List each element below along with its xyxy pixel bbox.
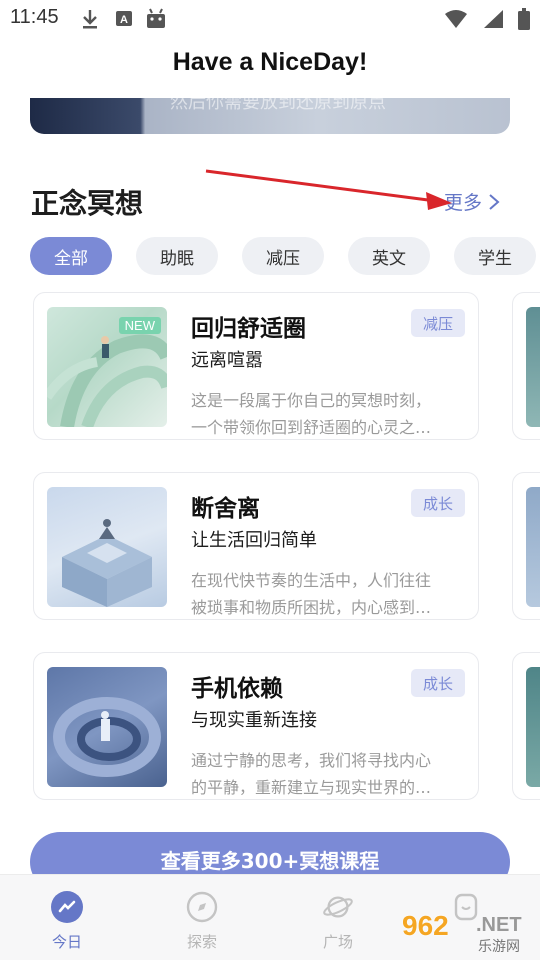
card-description: 在现代快节奏的生活中，人们往往 被琐事和物质所困扰，内心感到… [191,567,463,621]
card-thumbnail [47,487,167,607]
chevron-right-icon [489,193,500,210]
card-desc-line: 这是一段属于你自己的冥想时刻， [191,391,432,410]
card-thumbnail: NEW [47,307,167,427]
tab-label: 广场 [322,933,353,951]
tab-explore[interactable]: 探索 [162,891,242,952]
card-subtitle: 让生活回归简单 [191,530,317,551]
card-thumbnail [47,667,167,787]
a-box-icon: A [116,11,132,26]
svg-text:A: A [120,14,128,26]
chip-all[interactable]: 全部 [30,237,112,275]
card-thumbnail [526,307,540,427]
app-header: Have a NiceDay! [0,48,540,77]
watermark-site: 乐游网 [478,939,520,955]
meditation-card-peek[interactable] [512,292,540,440]
wifi-icon [445,10,467,28]
card-subtitle: 远离喧嚣 [191,350,263,371]
card-art [62,519,152,607]
download-icon [83,10,97,29]
status-bar: 11:45 A [0,0,540,36]
category-tag: 成长 [411,669,465,697]
card-desc-line: 在现代快节奏的生活中，人们往往 [191,571,432,590]
watermark-number: 962 [402,910,449,941]
chip-stress[interactable]: 减压 [242,237,324,275]
meditation-card[interactable]: NEW 回归舒适圈 远离喧嚣 减压 这是一段属于你自己的冥想时刻， 一个带领你回… [33,292,479,440]
banner-carousel[interactable]: 然后你需要放到还原到原点 [30,98,510,134]
card-desc-line: 一个带领你回到舒适圈的心灵之… [191,418,432,437]
tab-square[interactable]: 广场 [298,891,378,952]
card-thumbnail [526,667,540,787]
meditation-card[interactable]: 断舍离 让生活回归简单 成长 在现代快节奏的生活中，人们往往 被琐事和物质所困扰… [33,472,479,620]
banner-text: 然后你需要放到还原到原点 [170,98,386,113]
battery-icon [518,8,530,30]
card-title: 断舍离 [191,496,260,522]
more-link[interactable]: 更多 [444,188,500,215]
category-tag: 减压 [411,309,465,337]
section-title: 正念冥想 [31,187,144,220]
more-label: 更多 [444,192,483,214]
meditation-card-peek[interactable] [512,472,540,620]
category-tag: 成长 [411,489,465,517]
card-art [53,697,161,777]
new-badge: NEW [118,317,161,334]
card-subtitle: 与现实重新连接 [191,710,317,731]
site-watermark: 962 .NET 乐游网 [398,908,538,958]
card-description: 通过宁静的思考，我们将寻找内心 的平静，重新建立与现实世界的… [191,747,463,801]
card-title: 回归舒适圈 [191,316,306,342]
card-desc-line: 通过宁静的思考，我们将寻找内心 [191,751,432,770]
card-thumbnail [526,487,540,607]
today-icon [51,891,83,923]
compass-icon [186,891,218,923]
page-title: Have a NiceDay! [172,48,368,76]
chip-student[interactable]: 学生 [454,237,536,275]
tab-label: 今日 [51,933,82,951]
watermark-suffix: .NET [476,914,522,936]
tab-today[interactable]: 今日 [27,891,107,952]
card-desc-line: 的平静，重新建立与现实世界的… [191,778,432,797]
signal-icon [484,10,503,28]
android-icon [147,8,165,28]
category-chips: 全部 助眠 减压 英文 学生 [30,237,536,275]
chip-english[interactable]: 英文 [348,237,430,275]
planet-icon [322,891,354,923]
card-description: 这是一段属于你自己的冥想时刻， 一个带领你回到舒适圈的心灵之… [191,387,463,441]
card-desc-line: 被琐事和物质所困扰，内心感到… [191,598,432,617]
chip-sleep[interactable]: 助眠 [136,237,218,275]
card-title: 手机依赖 [191,676,283,702]
meditation-card[interactable]: 手机依赖 与现实重新连接 成长 通过宁静的思考，我们将寻找内心 的平静，重新建立… [33,652,479,800]
status-time: 11:45 [10,6,59,28]
meditation-card-peek[interactable] [512,652,540,800]
tab-label: 探索 [186,933,217,951]
